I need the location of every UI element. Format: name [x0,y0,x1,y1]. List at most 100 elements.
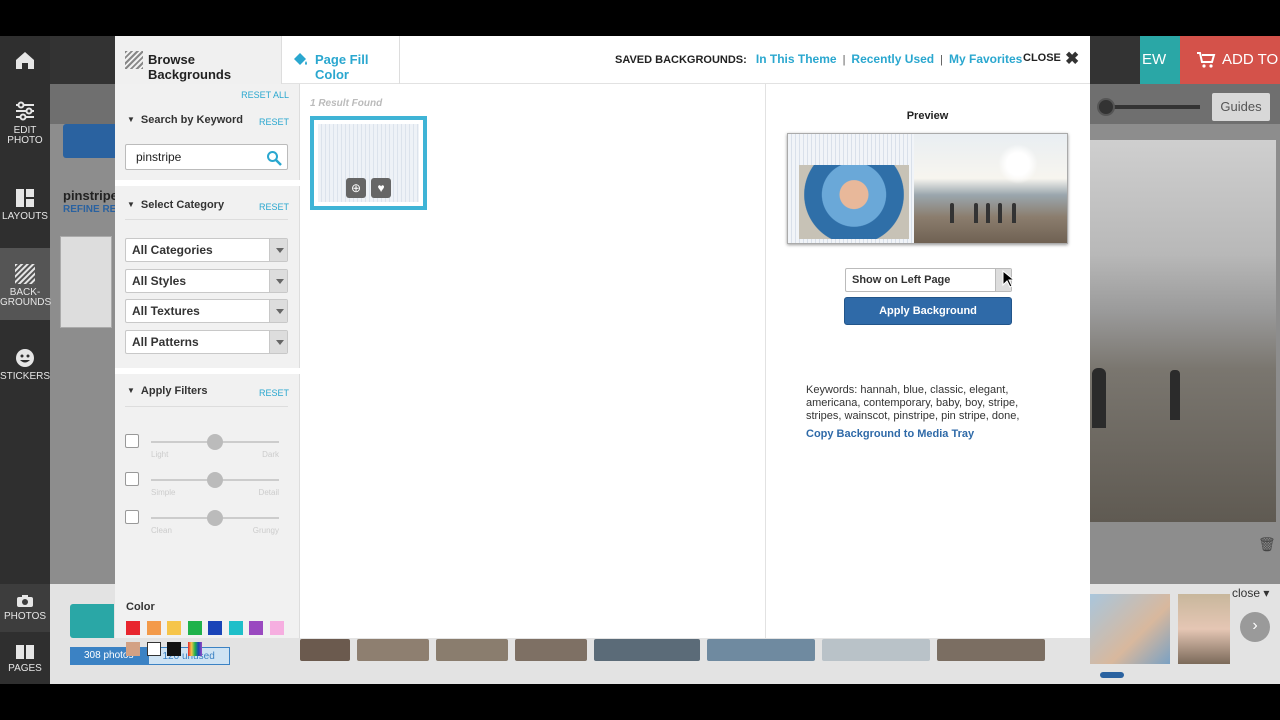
rail-photos[interactable]: PHOTOS [0,584,50,632]
filters-section-toggle[interactable]: ▼ Apply Filters [127,385,208,397]
guides-button[interactable]: Guides [1212,93,1270,121]
tray-photo[interactable] [594,639,700,661]
filter-low-label: Simple [151,488,176,497]
color-swatch[interactable] [208,621,222,635]
rail-stickers-label: STICKERS [0,371,51,382]
page-photo[interactable] [1090,140,1276,522]
category-select-value: All Categories [132,243,213,257]
tray-photo[interactable] [707,639,815,661]
chevron-down-icon [269,270,287,292]
tray-photo[interactable] [357,639,429,661]
tray-close-toggle[interactable]: close ▾ [1232,586,1269,600]
view-button[interactable]: EW [1140,36,1180,84]
filter-slider-handle[interactable] [207,510,223,526]
tray-photo[interactable] [300,639,350,661]
reset-all-link[interactable]: RESET ALL [241,90,289,100]
tab-browse-label: Browse Backgrounds [148,52,232,82]
tab-page-fill-color[interactable]: Page Fill Color [282,36,400,84]
saved-backgrounds-label: SAVED BACKGROUNDS: [615,54,747,66]
saved-link-my-favorites[interactable]: My Favorites [949,52,1022,66]
search-icon[interactable] [266,150,282,166]
background-keywords: Keywords: hannah, blue, classic, elegant… [806,384,1020,422]
filter-slider-handle[interactable] [207,434,223,450]
preview-figure [950,203,954,223]
tray-photo[interactable] [937,639,1045,661]
left-panel-button[interactable] [63,124,115,158]
tray-photo[interactable] [822,639,930,661]
preview-title: Preview [906,110,949,122]
section-divider [115,368,300,374]
tray-photo[interactable] [515,639,587,661]
color-swatch[interactable] [187,642,202,656]
preview-sun [998,144,1038,184]
background-result-thumbnail[interactable]: ⊕ ♥ [310,116,427,210]
category-reset-link[interactable]: RESET [259,202,289,212]
apply-background-button[interactable]: Apply Background [844,297,1012,325]
filters-reset-link[interactable]: RESET [259,388,289,398]
copy-to-media-tray-link[interactable]: Copy Background to Media Tray [806,428,974,440]
rail-edit-photo[interactable]: EDIT PHOTO [0,100,50,170]
chevron-down-icon [269,300,287,322]
search-section-toggle[interactable]: ▼ Search by Keyword [127,114,243,126]
preview-left-page [788,134,914,243]
page-placement-select[interactable]: Show on Left Page [845,268,1012,292]
pattern-select[interactable]: All Patterns [125,330,288,354]
left-panel-thumbnail[interactable] [60,236,112,328]
color-swatch[interactable] [187,621,202,635]
filter-simple-detail-checkbox[interactable] [125,472,139,486]
rail-edit-photo-label-2: PHOTO [7,135,43,146]
color-swatch[interactable] [228,621,243,635]
mouse-cursor-icon [1002,270,1014,288]
color-swatch[interactable] [146,642,161,656]
results-count: 1 Result Found [310,98,383,109]
filter-light-dark-checkbox[interactable] [125,434,139,448]
saved-link-recently-used[interactable]: Recently Used [851,52,934,66]
link-separator: | [940,54,943,66]
rail-pages[interactable]: PAGES [0,636,50,684]
color-swatch[interactable] [269,621,284,635]
rail-backgrounds[interactable]: BACK- GROUNDS [0,248,51,320]
zoom-in-icon[interactable]: ⊕ [346,178,366,198]
rail-layouts[interactable]: LAYOUTS [0,188,50,238]
preview-figure [974,203,978,223]
color-swatch[interactable] [167,621,181,635]
trash-icon[interactable]: 🗑 [1258,536,1276,553]
left-panel-refine-link[interactable]: REFINE RE [63,204,116,215]
tab-browse-backgrounds[interactable]: Browse Backgrounds [115,36,282,84]
cart-icon [1197,52,1216,68]
zoom-slider-track[interactable] [1100,105,1200,109]
category-select[interactable]: All Categories [125,238,288,262]
add-to-cart-button[interactable]: ADD TO CART [1180,36,1280,84]
keyword-search-field [125,144,288,170]
favorite-heart-icon[interactable]: ♥ [371,178,391,198]
color-swatch[interactable] [126,642,140,656]
tray-add-button[interactable] [70,604,114,638]
filter-slider-handle[interactable] [207,472,223,488]
tray-next-button[interactable]: › [1240,612,1270,642]
category-section-toggle[interactable]: ▼ Select Category [127,199,224,211]
saved-link-in-this-theme[interactable]: In This Theme [756,52,837,66]
zoom-slider-handle[interactable] [1097,98,1115,116]
texture-select[interactable]: All Textures [125,299,288,323]
tray-photo[interactable] [436,639,508,661]
color-swatch[interactable] [167,642,181,656]
search-reset-link[interactable]: RESET [259,117,289,127]
home-button[interactable] [0,36,50,84]
section-divider [115,180,300,186]
sliders-icon [16,101,34,121]
add-to-cart-label: ADD TO CART [1222,51,1280,68]
search-section-title: Search by Keyword [140,114,244,126]
preview-figure [998,203,1002,223]
color-swatch[interactable] [146,621,161,635]
color-swatch[interactable] [126,621,140,635]
dialog-header: Browse Backgrounds Page Fill Color SAVED… [115,36,1090,84]
style-select[interactable]: All Styles [125,269,288,293]
tray-scrollbar[interactable] [1100,672,1124,678]
paint-bucket-icon [294,53,307,65]
close-dialog-button[interactable]: CLOSE ✖ [1023,49,1079,68]
section-rule [125,219,288,220]
filter-clean-grungy-checkbox[interactable] [125,510,139,524]
color-swatch[interactable] [249,621,263,635]
rail-stickers[interactable]: STICKERS [0,348,50,398]
keyword-search-input[interactable] [126,145,260,169]
